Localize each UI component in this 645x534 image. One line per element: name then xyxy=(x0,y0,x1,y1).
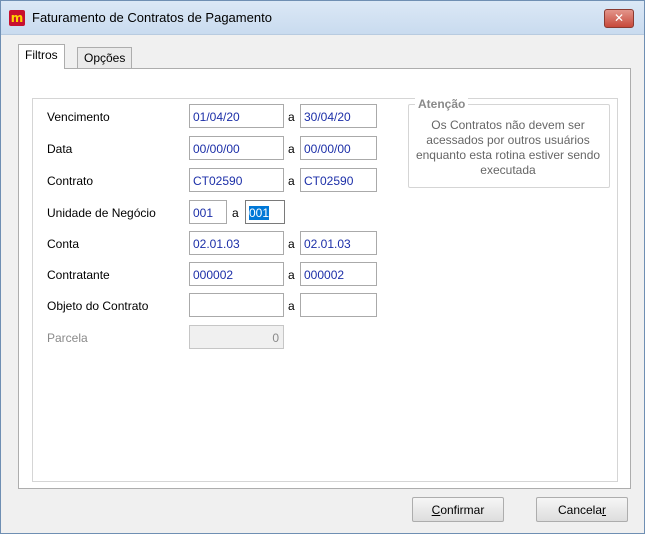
contrato-from-field[interactable]: CT02590 xyxy=(189,168,284,192)
objeto-from-field[interactable] xyxy=(189,293,284,317)
conta-to-field[interactable]: 02.01.03 xyxy=(300,231,377,255)
notice-text: Os Contratos não devem ser acessados por… xyxy=(415,118,601,177)
label-vencimento: Vencimento xyxy=(47,110,110,124)
data-to-field[interactable]: 00/00/00 xyxy=(300,136,377,160)
title-bar[interactable]: m Faturamento de Contratos de Pagamento … xyxy=(1,1,644,35)
label-contrato: Contrato xyxy=(47,174,94,188)
vencimento-from-field[interactable]: 01/04/20 xyxy=(189,104,284,128)
range-separator: a xyxy=(232,206,239,220)
confirm-label: onfirmar xyxy=(440,503,485,517)
cancel-accesskey: r xyxy=(602,503,607,517)
confirm-button[interactable]: Confirmar xyxy=(412,497,504,522)
range-separator: a xyxy=(288,174,295,188)
conta-from-field[interactable]: 02.01.03 xyxy=(189,231,284,255)
label-objeto-contrato: Objeto do Contrato xyxy=(47,299,149,313)
tab-opcoes[interactable]: Opções xyxy=(77,47,133,68)
window-title: Faturamento de Contratos de Pagamento xyxy=(32,10,272,25)
cancel-button[interactable]: Cancelar xyxy=(536,497,628,522)
cancel-label: Cancela xyxy=(557,503,603,517)
data-from-field[interactable]: 00/00/00 xyxy=(189,136,284,160)
parcela-field: 0 xyxy=(189,325,284,349)
contrato-to-field[interactable]: CT02590 xyxy=(300,168,377,192)
label-conta: Conta xyxy=(47,237,80,251)
contratante-to-field[interactable]: 000002 xyxy=(300,262,377,286)
range-separator: a xyxy=(288,268,295,282)
label-data: Data xyxy=(47,142,73,156)
label-unidade-negocio: Unidade de Negócio xyxy=(47,206,156,220)
range-separator: a xyxy=(288,237,295,251)
range-separator: a xyxy=(288,142,295,156)
unidade-to-field[interactable]: 001 xyxy=(245,200,285,224)
label-contratante: Contratante xyxy=(47,268,110,282)
range-separator: a xyxy=(288,110,295,124)
contratante-from-field[interactable]: 000002 xyxy=(189,262,284,286)
notice-title: Atenção xyxy=(415,97,469,111)
range-separator: a xyxy=(288,299,295,313)
label-parcela: Parcela xyxy=(47,331,88,345)
unidade-from-field[interactable]: 001 xyxy=(189,200,227,224)
unidade-to-selected-text: 001 xyxy=(249,206,270,220)
vencimento-to-field[interactable]: 30/04/20 xyxy=(300,104,377,128)
objeto-to-field[interactable] xyxy=(300,293,377,317)
tab-filtros[interactable]: Filtros xyxy=(18,44,65,69)
close-icon[interactable]: ✕ xyxy=(604,9,634,28)
app-icon: m xyxy=(9,10,25,26)
